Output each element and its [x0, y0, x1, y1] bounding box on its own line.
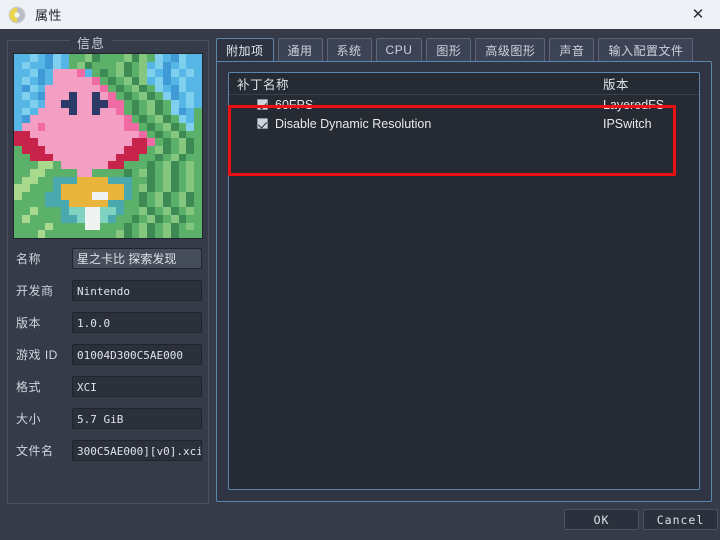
- tab-bar: 附加项 通用 系统 CPU 图形 高级图形 声音 输入配置文件: [216, 38, 694, 62]
- patch-name-label: 60FPS: [275, 97, 314, 112]
- info-field-label: 大小: [16, 411, 42, 426]
- patch-checkbox-checked[interactable]: [257, 99, 268, 110]
- tab-8[interactable]: 输入配置文件: [598, 38, 694, 61]
- tab-5[interactable]: 图形: [426, 38, 472, 61]
- patch-name-label: Disable Dynamic Resolution: [275, 116, 432, 131]
- patch-list-header: 补丁名称 版本: [229, 73, 699, 95]
- tab-7[interactable]: 声音: [549, 38, 595, 61]
- info-group-legend: 信息: [70, 33, 113, 52]
- tab-2[interactable]: 通用: [277, 38, 323, 61]
- info-field-row: 格式 XCI: [16, 375, 202, 397]
- cancel-button[interactable]: Cancel: [643, 509, 718, 530]
- info-field-row: 游戏 ID 01004D300C5AE000: [16, 343, 202, 365]
- info-field-row: 大小 5.7 GiB: [16, 407, 202, 429]
- patch-list[interactable]: 补丁名称 版本 60FPS LayeredFS Disable Dynamic Re…: [228, 72, 700, 490]
- info-field-value[interactable]: 5.7 GiB: [72, 407, 202, 429]
- info-field-row: 名称 星之卡比 探索发现: [16, 247, 202, 269]
- patch-name-cell: 60FPS: [237, 98, 603, 112]
- info-field-value[interactable]: 1.0.0: [72, 311, 202, 333]
- tab-6[interactable]: 高级图形: [475, 38, 546, 61]
- info-field-label: 格式: [16, 379, 42, 394]
- info-field-value[interactable]: 星之卡比 探索发现: [72, 247, 202, 269]
- yuzu-logo-icon: [6, 4, 28, 26]
- tab-panel-addons: 补丁名称 版本 60FPS LayeredFS Disable Dynamic Re…: [216, 61, 712, 502]
- info-field-value[interactable]: 300C5AE000][v0].xci: [72, 439, 202, 461]
- patch-version-cell: LayeredFS: [603, 97, 665, 112]
- patch-name-cell: Disable Dynamic Resolution: [237, 117, 603, 131]
- tab-widget: 附加项 通用 系统 CPU 图形 高级图形 声音 输入配置文件 补丁名称 版本 60FPS La…: [216, 38, 712, 502]
- info-field-value[interactable]: Nintendo: [72, 279, 202, 301]
- patch-rows: 60FPS LayeredFS Disable Dynamic Resolution…: [229, 95, 699, 133]
- info-field-label: 游戏 ID: [16, 347, 58, 362]
- info-group-box: 信息 名称 星之卡比 探索发现开发商 Nintendo 版本 1.0.0 游戏 ID 010…: [7, 33, 209, 504]
- game-cover-art: [13, 53, 203, 239]
- window-title: 属性: [35, 8, 63, 23]
- info-field-label: 版本: [16, 315, 42, 330]
- tab-4[interactable]: CPU: [375, 38, 423, 61]
- info-field-label: 开发商: [16, 283, 54, 298]
- column-header-patch-name: 补丁名称: [237, 78, 290, 92]
- info-field-row: 开发商 Nintendo: [16, 279, 202, 301]
- info-field-row: 文件名 300C5AE000][v0].xci: [16, 439, 202, 461]
- info-field-value[interactable]: XCI: [72, 375, 202, 397]
- info-field-value[interactable]: 01004D300C5AE000: [72, 343, 202, 365]
- ok-button[interactable]: OK: [564, 509, 639, 530]
- close-icon[interactable]: ✕: [676, 1, 720, 29]
- dialog-body: 信息 名称 星之卡比 探索发现开发商 Nintendo 版本 1.0.0 游戏 ID 010…: [0, 29, 720, 540]
- info-field-label: 文件名: [16, 443, 54, 458]
- tab-3[interactable]: 系统: [326, 38, 372, 61]
- info-field-label: 名称: [16, 251, 42, 266]
- patch-checkbox-checked[interactable]: [257, 118, 268, 129]
- title-bar: 属性 ✕: [0, 0, 720, 30]
- tab-1[interactable]: 附加项: [216, 38, 274, 61]
- patch-version-cell: IPSwitch: [603, 116, 652, 131]
- column-header-version: 版本: [603, 78, 630, 92]
- patch-row[interactable]: Disable Dynamic Resolution IPSwitch: [229, 114, 699, 133]
- info-field-row: 版本 1.0.0: [16, 311, 202, 333]
- patch-row[interactable]: 60FPS LayeredFS: [229, 95, 699, 114]
